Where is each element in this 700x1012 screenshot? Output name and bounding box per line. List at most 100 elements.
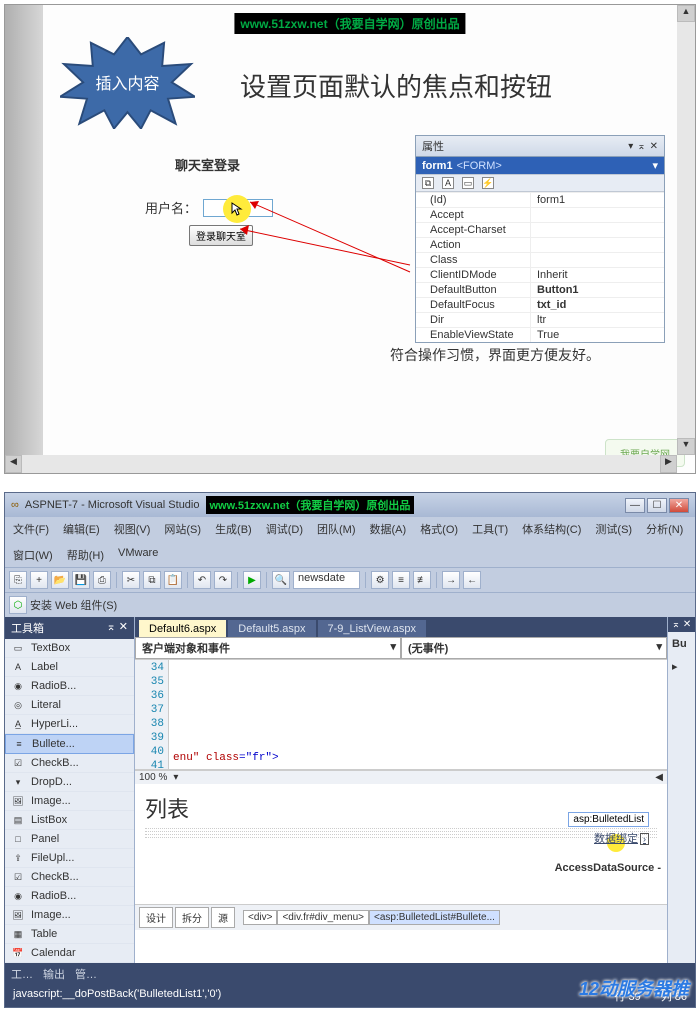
tool-window-tab[interactable]: 工… xyxy=(11,966,33,982)
source-view-tab[interactable]: 源 xyxy=(211,907,235,928)
run-icon[interactable]: ▶ xyxy=(243,571,261,589)
menu-item[interactable]: 测试(S) xyxy=(591,519,636,539)
toolbox-item[interactable]: ◎Literal xyxy=(5,696,134,715)
toolbox-item[interactable]: 🖼Image... xyxy=(5,906,134,925)
property-row[interactable]: Action xyxy=(416,237,664,252)
breadcrumb-seg[interactable]: <div.fr#div_menu> xyxy=(277,910,369,925)
redo-icon[interactable]: ↷ xyxy=(214,571,232,589)
toolbox-item[interactable]: 🖼Image... xyxy=(5,792,134,811)
breadcrumb-seg[interactable]: <div> xyxy=(243,910,277,925)
scrollbar-vertical[interactable]: ▲▼ xyxy=(677,5,695,455)
smart-tag-link[interactable]: 数据绑定› xyxy=(594,830,649,846)
datasource-chip[interactable]: AccessDataSource - xyxy=(555,862,661,874)
menu-item[interactable]: 调试(D) xyxy=(262,519,307,539)
property-row[interactable]: (Id)form1 xyxy=(416,192,664,207)
menu-item[interactable]: 数据(A) xyxy=(366,519,411,539)
menu-item[interactable]: 编辑(E) xyxy=(59,519,104,539)
menu-item[interactable]: 工具(T) xyxy=(468,519,512,539)
pin-icon[interactable]: ⌅ xyxy=(637,141,645,152)
undo-icon[interactable]: ↶ xyxy=(193,571,211,589)
toolbox-item[interactable]: ▭TextBox xyxy=(5,639,134,658)
design-view-tab[interactable]: 设计 xyxy=(139,907,173,928)
find-dropdown[interactable]: newsdate xyxy=(293,571,360,589)
property-row[interactable]: Dirltr xyxy=(416,312,664,327)
find-icon[interactable]: 🔍 xyxy=(272,571,290,589)
code-editor[interactable]: 343536373839404142 enu" class="fr"> edLi… xyxy=(135,660,667,770)
property-row[interactable]: DefaultButtonButton1 xyxy=(416,282,664,297)
property-row[interactable]: DefaultFocustxt_id xyxy=(416,297,664,312)
menu-item[interactable]: 文件(F) xyxy=(9,519,53,539)
save-icon[interactable]: 💾 xyxy=(72,571,90,589)
add-item-icon[interactable]: + xyxy=(30,571,48,589)
control-tag-chip[interactable]: asp:BulletedList xyxy=(568,812,649,827)
property-row[interactable]: Accept-Charset xyxy=(416,222,664,237)
property-row[interactable]: ClientIDModeInherit xyxy=(416,267,664,282)
toolbox-item[interactable]: ALabel xyxy=(5,658,134,677)
uncomment-icon[interactable]: ≢ xyxy=(413,571,431,589)
code-content[interactable]: enu" class="fr"> edList ID="BulletedList… xyxy=(169,660,667,769)
toolbox-item[interactable]: ≡Bullete... xyxy=(5,734,134,754)
chevron-down-icon[interactable]: ▾ xyxy=(652,159,658,172)
categorized-icon[interactable]: ⧉ xyxy=(422,177,434,189)
document-tab[interactable]: 7-9_ListView.aspx xyxy=(318,620,426,637)
menu-item[interactable]: 体系结构(C) xyxy=(518,519,585,539)
menu-item[interactable]: VMware xyxy=(114,545,162,565)
toolbox-item[interactable]: ⇪FileUpl... xyxy=(5,849,134,868)
property-row[interactable]: Class xyxy=(416,252,664,267)
toolbox-item[interactable]: ☑CheckB... xyxy=(5,868,134,887)
copy-icon[interactable]: ⧉ xyxy=(143,571,161,589)
menu-item[interactable]: 格式(O) xyxy=(416,519,462,539)
dropdown-icon[interactable]: ▾ xyxy=(628,141,633,152)
tool-window-tab[interactable]: 输出 xyxy=(43,966,65,982)
comment-icon[interactable]: ≡ xyxy=(392,571,410,589)
events-icon[interactable]: ⚡ xyxy=(482,177,494,189)
toolbox-item[interactable]: ◉RadioB... xyxy=(5,677,134,696)
save-all-icon[interactable]: ⎙ xyxy=(93,571,111,589)
properties-object-selector[interactable]: form1 <FORM> ▾ xyxy=(416,157,664,174)
toolbox-item[interactable]: ▦Table xyxy=(5,925,134,944)
config-icon[interactable]: ⚙ xyxy=(371,571,389,589)
toolbox-item[interactable]: ▾DropD... xyxy=(5,773,134,792)
right-collapsed-pane[interactable]: ⌅ ✕ Bu ▸ xyxy=(667,617,695,963)
login-button-mock[interactable]: 登录聊天室 xyxy=(189,225,253,246)
split-view-tab[interactable]: 拆分 xyxy=(175,907,209,928)
tool-window-tab[interactable]: 管… xyxy=(75,966,97,982)
document-tab[interactable]: Default6.aspx xyxy=(139,620,226,637)
menu-item[interactable]: 窗口(W) xyxy=(9,545,57,565)
toolbox-item[interactable]: A̲HyperLi... xyxy=(5,715,134,734)
breadcrumb-seg[interactable]: <asp:BulletedList#Bullete... xyxy=(369,910,500,925)
property-row[interactable]: EnableViewStateTrue xyxy=(416,327,664,342)
alpha-sort-icon[interactable]: A xyxy=(442,177,454,189)
menu-item[interactable]: 生成(B) xyxy=(211,519,256,539)
toolbox-item[interactable]: □Panel xyxy=(5,830,134,849)
close-button[interactable]: ✕ xyxy=(669,498,689,513)
property-row[interactable]: Accept xyxy=(416,207,664,222)
cut-icon[interactable]: ✂ xyxy=(122,571,140,589)
object-dropdown[interactable]: 客户端对象和事件 xyxy=(135,637,401,659)
minimize-button[interactable]: — xyxy=(625,498,645,513)
document-tab[interactable]: Default5.aspx xyxy=(228,620,315,637)
zoom-level[interactable]: 100 % xyxy=(139,772,167,783)
menu-item[interactable]: 帮助(H) xyxy=(63,545,108,565)
close-icon[interactable]: ✕ xyxy=(650,141,658,152)
properties-icon[interactable]: ▭ xyxy=(462,177,474,189)
toolbox-item[interactable]: ▤ListBox xyxy=(5,811,134,830)
toolbox-item[interactable]: ☑CheckB... xyxy=(5,754,134,773)
web-platform-icon[interactable]: ⬡ xyxy=(9,596,27,614)
maximize-button[interactable]: ☐ xyxy=(647,498,667,513)
menu-item[interactable]: 视图(V) xyxy=(110,519,155,539)
toolbox-item[interactable]: 📅Calendar xyxy=(5,944,134,963)
designer-surface[interactable]: 列表 asp:BulletedList 数据绑定› AccessDataSour… xyxy=(135,784,667,904)
event-dropdown[interactable]: (无事件) xyxy=(401,637,667,659)
new-project-icon[interactable]: ⎘ xyxy=(9,571,27,589)
menu-item[interactable]: 团队(M) xyxy=(313,519,360,539)
menu-item[interactable]: 分析(N) xyxy=(642,519,687,539)
indent-icon[interactable]: → xyxy=(442,571,460,589)
toolbox-pin-icon[interactable]: ⌅ ✕ xyxy=(107,620,129,636)
toolbox-item[interactable]: ◉RadioB... xyxy=(5,887,134,906)
outdent-icon[interactable]: ← xyxy=(463,571,481,589)
paste-icon[interactable]: 📋 xyxy=(164,571,182,589)
install-web-components-button[interactable]: 安装 Web 组件(S) xyxy=(30,597,117,613)
scrollbar-horizontal[interactable]: ◀▶ xyxy=(5,455,677,473)
open-icon[interactable]: 📂 xyxy=(51,571,69,589)
